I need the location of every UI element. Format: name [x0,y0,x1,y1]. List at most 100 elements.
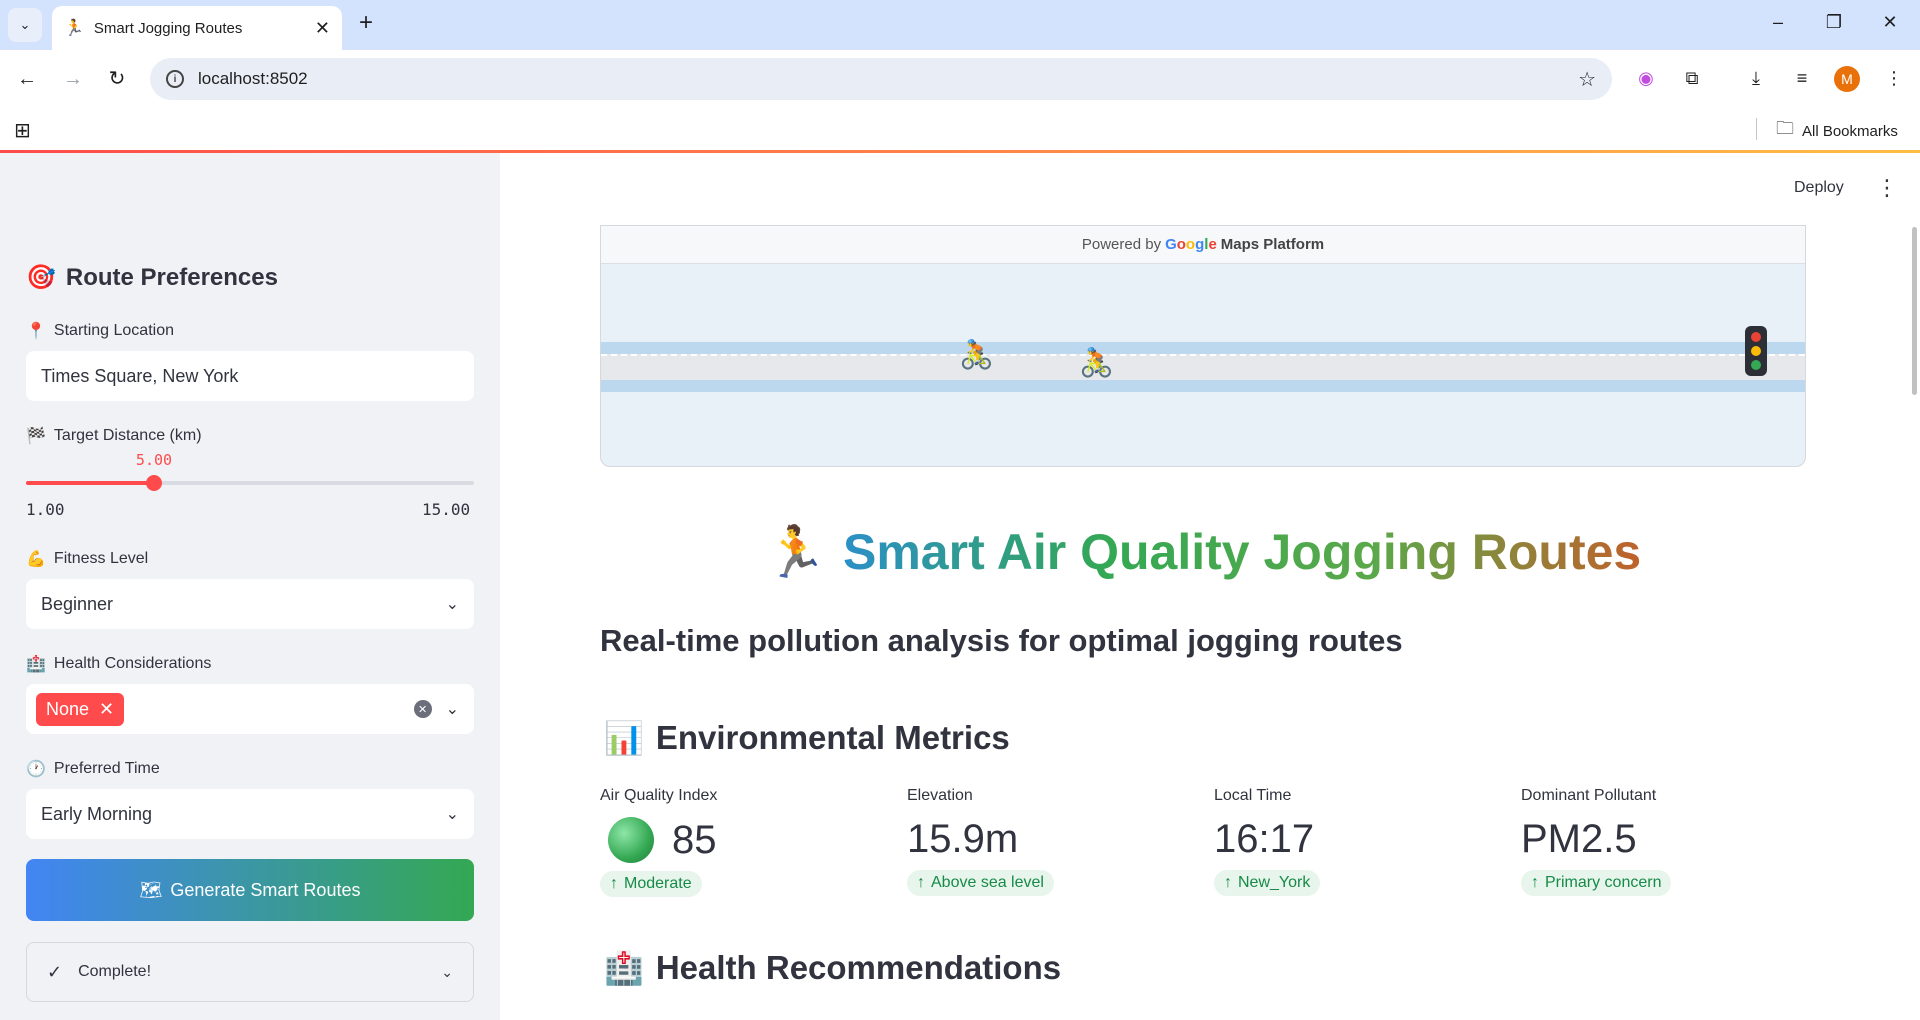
maps-platform-text: Maps Platform [1220,236,1325,253]
target-distance-slider[interactable] [26,475,474,491]
status-expander[interactable]: ✓ Complete! ⌄ [26,942,474,1002]
aqi-value: 85 [672,817,717,862]
metric-value: PM2.5 [1521,817,1637,861]
browser-tab-strip: ⌄ 🏃 Smart Jogging Routes ✕ + – ❐ ✕ [0,0,1920,50]
reload-icon[interactable]: ↻ [102,64,132,94]
map-embed[interactable]: Powered by Google Maps Platform 🚴 🚴 [600,225,1806,467]
brand-letter: o [1185,236,1196,253]
address-bar[interactable]: i localhost:8502 ☆ [150,58,1612,100]
health-considerations-label: 🏥 Health Considerations [26,654,211,674]
preferred-time-label-text: Preferred Time [53,760,160,777]
browser-tab-active[interactable]: 🏃 Smart Jogging Routes ✕ [52,6,342,50]
folder-icon: 🗀 [1776,118,1794,138]
clear-all-icon[interactable]: ✕ [413,700,432,718]
environmental-metrics-heading: 📊 Environmental Metrics [604,719,1010,757]
slider-thumb[interactable] [145,475,162,491]
slider-min-value: 1.00 [26,500,65,519]
metric-delta: ↑ Above sea level [907,870,1054,896]
site-info-icon[interactable]: i [166,70,184,88]
arrow-up-icon: ↑ [1531,874,1539,891]
aqi-indicator-icon [608,817,654,863]
hospital-icon: 🏥 [26,656,46,673]
google-wordmark: Google [1165,236,1217,253]
health-tag-label: None [46,698,90,719]
starting-location-value[interactable]: Times Square, New York [41,366,238,387]
arrow-up-icon: ↑ [610,875,618,892]
page-title: 🏃 Smart Air Quality Jogging Routes [600,523,1806,582]
brand-letter: G [1165,236,1177,253]
page-subtitle: Real-time pollution analysis for optimal… [600,623,1403,658]
cyclist-icon: 🚴 [1079,347,1114,378]
brand-letter: o [1176,236,1186,253]
metric-delta-text: New_York [1238,874,1311,891]
target-distance-label-text: Target Distance (km) [53,427,202,444]
app-menu-icon[interactable]: ⋮ [1876,175,1898,201]
health-tag-none[interactable]: None ✕ [36,692,125,726]
url-text[interactable]: localhost:8502 [198,69,1578,89]
chevron-down-icon[interactable]: ⌄ [446,804,459,824]
new-tab-button[interactable]: + [352,10,380,38]
browser-toolbar: ← → ↻ i localhost:8502 ☆ ◉ ⧉ ⤓ ≡ M ⋮ [0,50,1920,108]
target-distance-label: 🏁 Target Distance (km) [26,426,202,446]
scrollbar[interactable] [1912,227,1917,395]
slider-max-value: 15.00 [422,500,471,519]
fitness-level-label-text: Fitness Level [53,550,149,567]
road-edge-bottom [601,380,1805,392]
generate-routes-button[interactable]: 🗺 Generate Smart Routes [26,859,474,921]
chevron-down-icon[interactable]: ⌄ [441,964,453,981]
metric-label: Dominant Pollutant [1521,787,1657,804]
target-icon: 🎯 [26,264,56,291]
metric-elevation: Elevation 15.9m ↑ Above sea level [907,787,1197,896]
tab-title: Smart Jogging Routes [93,19,243,37]
health-considerations-multiselect[interactable]: None ✕ ✕ ⌄ [26,684,474,734]
chevron-down-icon[interactable]: ⌄ [446,594,459,614]
profile-avatar[interactable]: M [1834,66,1860,92]
metric-label: Local Time [1214,787,1292,804]
arrow-up-icon: ↑ [1224,874,1232,891]
metric-label: Elevation [907,787,973,804]
forward-arrow-icon[interactable]: → [58,64,88,94]
brand-letter: g [1195,236,1205,253]
slider-fill [26,481,154,485]
metric-delta: ↑ New_York [1214,870,1321,896]
media-control-icon[interactable]: ≡ [1788,64,1816,92]
download-icon[interactable]: ⤓ [1742,64,1770,92]
tab-search-button[interactable]: ⌄ [8,8,42,42]
arrow-up-icon: ↑ [917,874,925,891]
fitness-level-select[interactable]: Beginner ⌄ [26,579,474,629]
starting-location-label: 📍 Starting Location [26,321,174,341]
road-edge-top [601,342,1805,354]
metric-dominant-pollutant: Dominant Pollutant PM2.5 ↑ Primary conce… [1521,787,1811,896]
environmental-metrics-text: Environmental Metrics [655,719,1010,756]
browser-menu-icon[interactable]: ⋮ [1880,64,1908,92]
back-arrow-icon[interactable]: ← [12,64,42,94]
brand-letter: e [1208,236,1217,253]
health-considerations-label-text: Health Considerations [53,655,212,672]
pin-icon: 📍 [26,323,46,340]
restore-window-button[interactable]: ❐ [1820,12,1848,33]
all-bookmarks-button[interactable]: 🗀 All Bookmarks [1776,116,1898,146]
color-extension-icon[interactable]: ◉ [1632,64,1660,92]
remove-tag-icon[interactable]: ✕ [99,699,114,720]
deploy-button[interactable]: Deploy [1794,179,1844,197]
bar-chart-icon: 📊 [604,720,644,756]
apps-grid-icon[interactable]: ⊞ [14,118,31,143]
bookmark-star-icon[interactable]: ☆ [1578,67,1596,92]
chevron-down-icon[interactable]: ⌄ [446,699,459,719]
status-text: Complete! [78,963,152,980]
health-recommendations-text: Health Recommendations [655,949,1062,986]
powered-by-bar: Powered by Google Maps Platform [601,226,1805,264]
close-window-button[interactable]: ✕ [1876,12,1904,33]
health-recommendations-heading: 🏥 Health Recommendations [604,949,1061,987]
preferred-time-select[interactable]: Early Morning ⌄ [26,789,474,839]
generate-routes-label: Generate Smart Routes [170,879,361,900]
main-content: Deploy ⋮ Powered by Google Maps Platform… [500,153,1920,1020]
sidebar-heading: 🎯 Route Preferences [26,263,278,292]
minimize-window-button[interactable]: – [1764,12,1792,33]
fitness-level-value: Beginner [41,593,114,614]
extensions-puzzle-icon[interactable]: ⧉ [1678,64,1706,92]
cyclist-icon: 🚴 [959,339,994,370]
starting-location-input[interactable]: Times Square, New York [26,351,474,401]
metric-value: 85 [600,817,890,863]
close-tab-icon[interactable]: ✕ [315,18,330,39]
